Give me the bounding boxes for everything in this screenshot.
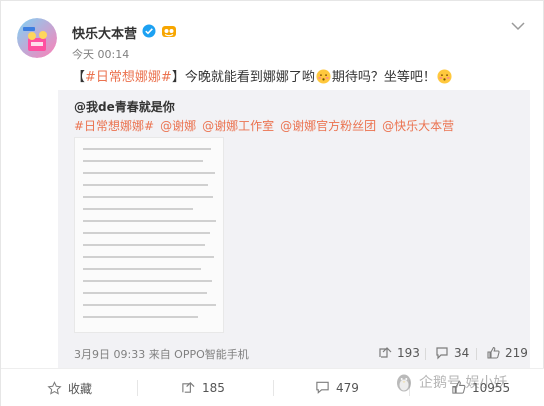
original-author[interactable]: @我de青春就是你	[74, 98, 175, 115]
original-forward-button[interactable]: 193	[378, 346, 420, 360]
post-time[interactable]: 今天 00:14	[72, 46, 129, 62]
comment-icon	[436, 347, 448, 360]
mention-link[interactable]: @谢娜	[160, 119, 196, 133]
original-meta[interactable]: 3月9日 09:33 来自 OPPO智能手机	[74, 346, 249, 362]
forward-button[interactable]: 185	[181, 380, 225, 395]
weibo-post-card: 快乐大本营 今天 00:14 【#日常想娜娜#】今晚就能看到娜娜了哟 期待吗？坐等…	[0, 0, 544, 406]
shy-face-emoji-icon	[316, 69, 331, 84]
divider	[476, 348, 477, 360]
divider	[273, 380, 274, 396]
mention-link[interactable]: @快乐大本营	[382, 119, 454, 133]
original-like-button[interactable]: 219	[486, 346, 528, 360]
forward-icon	[379, 347, 392, 358]
divider	[425, 348, 426, 360]
mention-link[interactable]: @谢娜官方粉丝团	[280, 119, 376, 133]
handwritten-letter-image[interactable]	[74, 137, 224, 333]
tag-link[interactable]: #日常想娜娜#	[74, 119, 154, 133]
favorite-button[interactable]: 收藏	[47, 380, 92, 397]
post-text: 【#日常想娜娜#】今晚就能看到娜娜了哟 期待吗？坐等吧！	[72, 66, 453, 85]
thumbs-up-icon	[487, 346, 500, 359]
verified-badge-icon	[142, 24, 156, 38]
penguin-logo-icon	[397, 374, 411, 392]
comment-icon	[316, 381, 329, 394]
mention-link[interactable]: @谢娜工作室	[202, 119, 274, 133]
forward-icon	[182, 382, 195, 393]
divider	[137, 380, 138, 396]
author-avatar[interactable]	[17, 18, 57, 58]
topic-link[interactable]: #日常想娜娜#	[85, 70, 172, 85]
star-icon	[47, 381, 62, 395]
reposted-content: @我de青春就是你 #日常想娜娜# @谢娜 @谢娜工作室 @谢娜官方粉丝团 @快乐大本营…	[58, 90, 530, 368]
fan-group-icon[interactable]	[161, 23, 177, 39]
watermark: 企鹅号 娱小妖	[393, 371, 507, 393]
shy-face-emoji-icon	[437, 69, 452, 84]
original-comment-button[interactable]: 34	[435, 346, 469, 360]
original-tags: #日常想娜娜# @谢娜 @谢娜工作室 @谢娜官方粉丝团 @快乐大本营	[74, 117, 460, 134]
author-name[interactable]: 快乐大本营	[72, 23, 137, 42]
comment-button[interactable]: 479	[315, 380, 359, 395]
chevron-down-icon[interactable]	[511, 21, 525, 31]
